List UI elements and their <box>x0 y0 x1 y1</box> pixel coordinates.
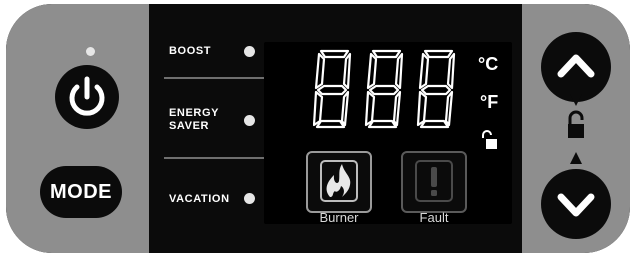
fault-indicator <box>401 151 467 213</box>
power-indicator-led <box>86 47 95 56</box>
right-button-zone <box>522 4 630 253</box>
mode-button[interactable]: MODE <box>40 166 122 218</box>
burner-label: Burner <box>319 210 359 225</box>
chevron-down-icon <box>557 193 595 217</box>
mode-divider <box>164 77 264 79</box>
fahrenheit-indicator: °F <box>480 92 499 112</box>
seven-segment-digits <box>313 49 456 129</box>
unlock-icon <box>482 130 497 149</box>
left-button-zone: MODE <box>6 4 149 253</box>
chevron-up-icon <box>557 54 595 78</box>
temperature-display: °C °F Burner Fault <box>264 42 512 225</box>
energy-saver-label-line2: SAVER <box>169 120 210 132</box>
celsius-indicator: °C <box>478 54 499 74</box>
energy-saver-label-line1: ENERGY <box>169 107 220 119</box>
fault-label: Fault <box>419 210 449 225</box>
mode-divider <box>164 157 264 159</box>
exclamation-icon <box>415 160 453 202</box>
burner-indicator <box>306 151 372 213</box>
lock-icon <box>568 94 584 164</box>
control-panel: MODE BOOST ENERGY SAVER VACATION °C °F B… <box>6 4 630 253</box>
energy-saver-label: ENERGY SAVER <box>169 107 219 133</box>
power-icon <box>69 76 105 116</box>
boost-label: BOOST <box>169 45 212 57</box>
boost-led <box>244 46 255 57</box>
vacation-led <box>244 193 255 204</box>
up-button[interactable] <box>541 32 611 102</box>
down-button[interactable] <box>541 169 611 239</box>
vacation-label: VACATION <box>169 193 230 205</box>
flame-icon <box>320 160 358 202</box>
power-button[interactable] <box>55 65 119 129</box>
energy-saver-led <box>244 115 255 126</box>
